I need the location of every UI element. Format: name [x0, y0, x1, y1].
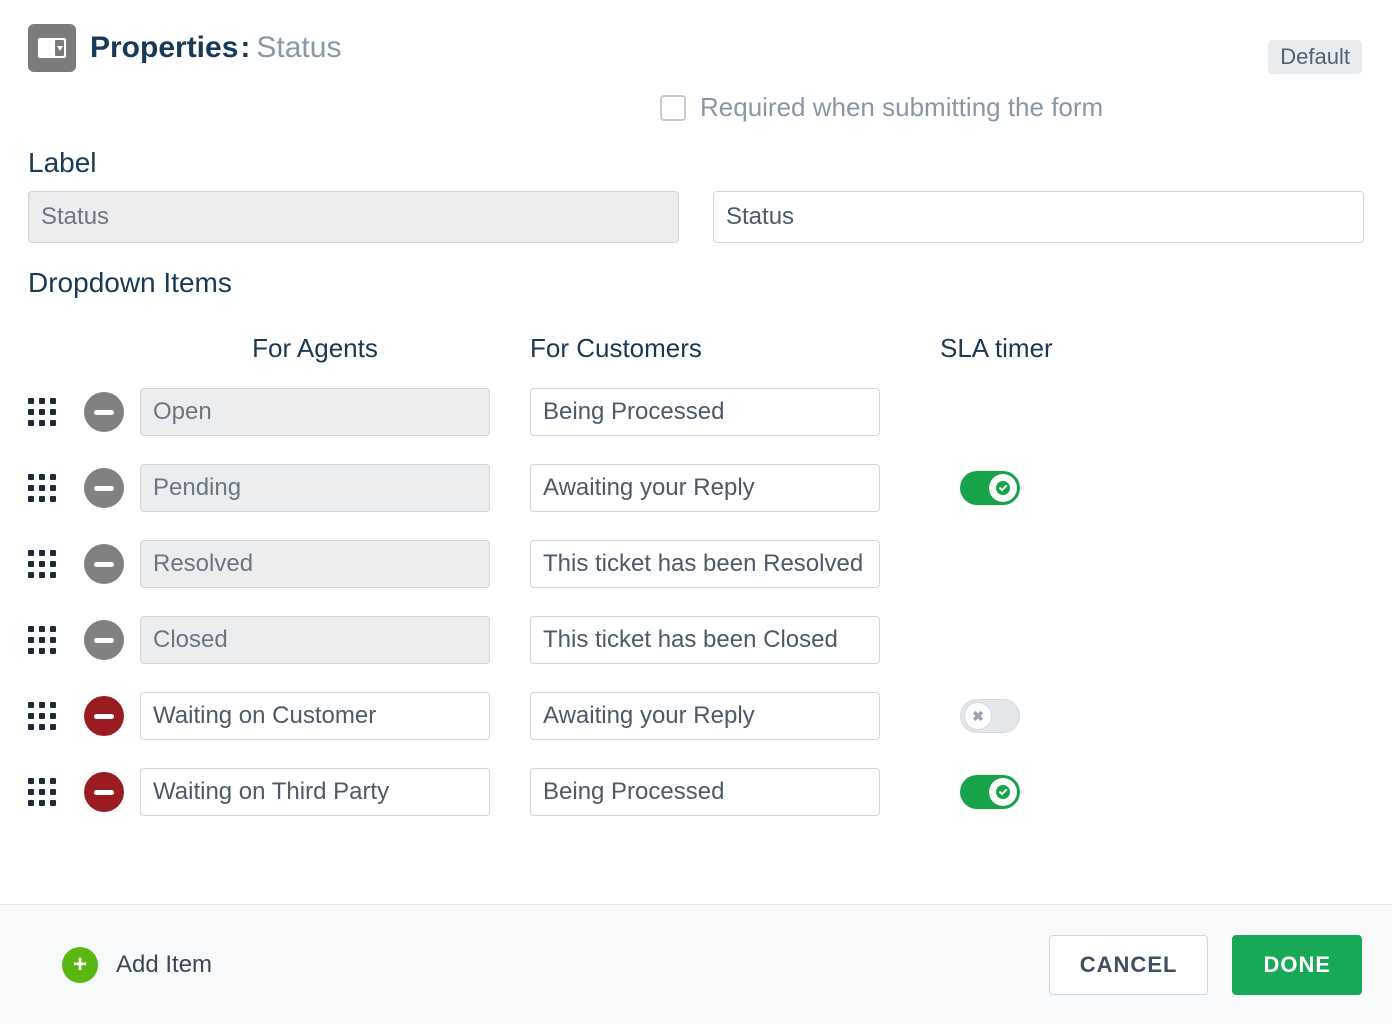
- dropdown-item-row: [28, 754, 1364, 830]
- remove-item-button[interactable]: [84, 468, 124, 508]
- agent-value-input: [140, 616, 490, 664]
- customer-value-input[interactable]: [530, 768, 880, 816]
- drag-handle-icon[interactable]: [28, 626, 56, 654]
- drag-handle-icon[interactable]: [28, 550, 56, 578]
- sla-toggle[interactable]: ✖: [960, 699, 1020, 733]
- customer-value-input[interactable]: [530, 540, 880, 588]
- done-button[interactable]: DONE: [1232, 935, 1362, 995]
- drag-handle-icon[interactable]: [28, 702, 56, 730]
- dropdown-items-heading: Dropdown Items: [0, 243, 1392, 311]
- customer-value-input[interactable]: [530, 464, 880, 512]
- column-sla: SLA timer: [940, 333, 1140, 364]
- remove-item-button[interactable]: [84, 696, 124, 736]
- drag-handle-icon[interactable]: [28, 778, 56, 806]
- column-customers: For Customers: [530, 333, 880, 364]
- sla-toggle[interactable]: [960, 471, 1020, 505]
- remove-item-button[interactable]: [84, 772, 124, 812]
- agent-value-input[interactable]: [140, 768, 490, 816]
- remove-item-button[interactable]: [84, 392, 124, 432]
- sla-toggle[interactable]: [960, 775, 1020, 809]
- dropdown-item-row: ✖: [28, 678, 1364, 754]
- customer-value-input[interactable]: [530, 388, 880, 436]
- default-badge: Default: [1268, 40, 1362, 74]
- label-heading: Label: [0, 123, 1392, 191]
- agent-value-input[interactable]: [140, 692, 490, 740]
- drag-handle-icon[interactable]: [28, 474, 56, 502]
- remove-item-button[interactable]: [84, 620, 124, 660]
- dropdown-field-icon: [28, 24, 76, 72]
- add-item-button[interactable]: + Add Item: [62, 947, 212, 983]
- label-readonly-input: [28, 191, 679, 243]
- cancel-button[interactable]: CANCEL: [1049, 935, 1209, 995]
- page-subtitle: Status: [256, 31, 341, 65]
- dropdown-item-row: [28, 374, 1364, 450]
- page-title: Properties: [90, 31, 238, 65]
- dropdown-item-row: [28, 526, 1364, 602]
- dropdown-item-row: [28, 450, 1364, 526]
- customer-value-input[interactable]: [530, 692, 880, 740]
- agent-value-input: [140, 388, 490, 436]
- customer-value-input[interactable]: [530, 616, 880, 664]
- dropdown-item-row: [28, 602, 1364, 678]
- agent-value-input: [140, 464, 490, 512]
- title-separator: :: [240, 31, 250, 65]
- agent-value-input: [140, 540, 490, 588]
- label-editable-input[interactable]: [713, 191, 1364, 243]
- required-checkbox[interactable]: [660, 95, 686, 121]
- add-item-label: Add Item: [116, 951, 212, 979]
- column-agents: For Agents: [140, 333, 490, 364]
- drag-handle-icon[interactable]: [28, 398, 56, 426]
- required-label: Required when submitting the form: [700, 92, 1103, 123]
- plus-icon: +: [62, 947, 98, 983]
- remove-item-button[interactable]: [84, 544, 124, 584]
